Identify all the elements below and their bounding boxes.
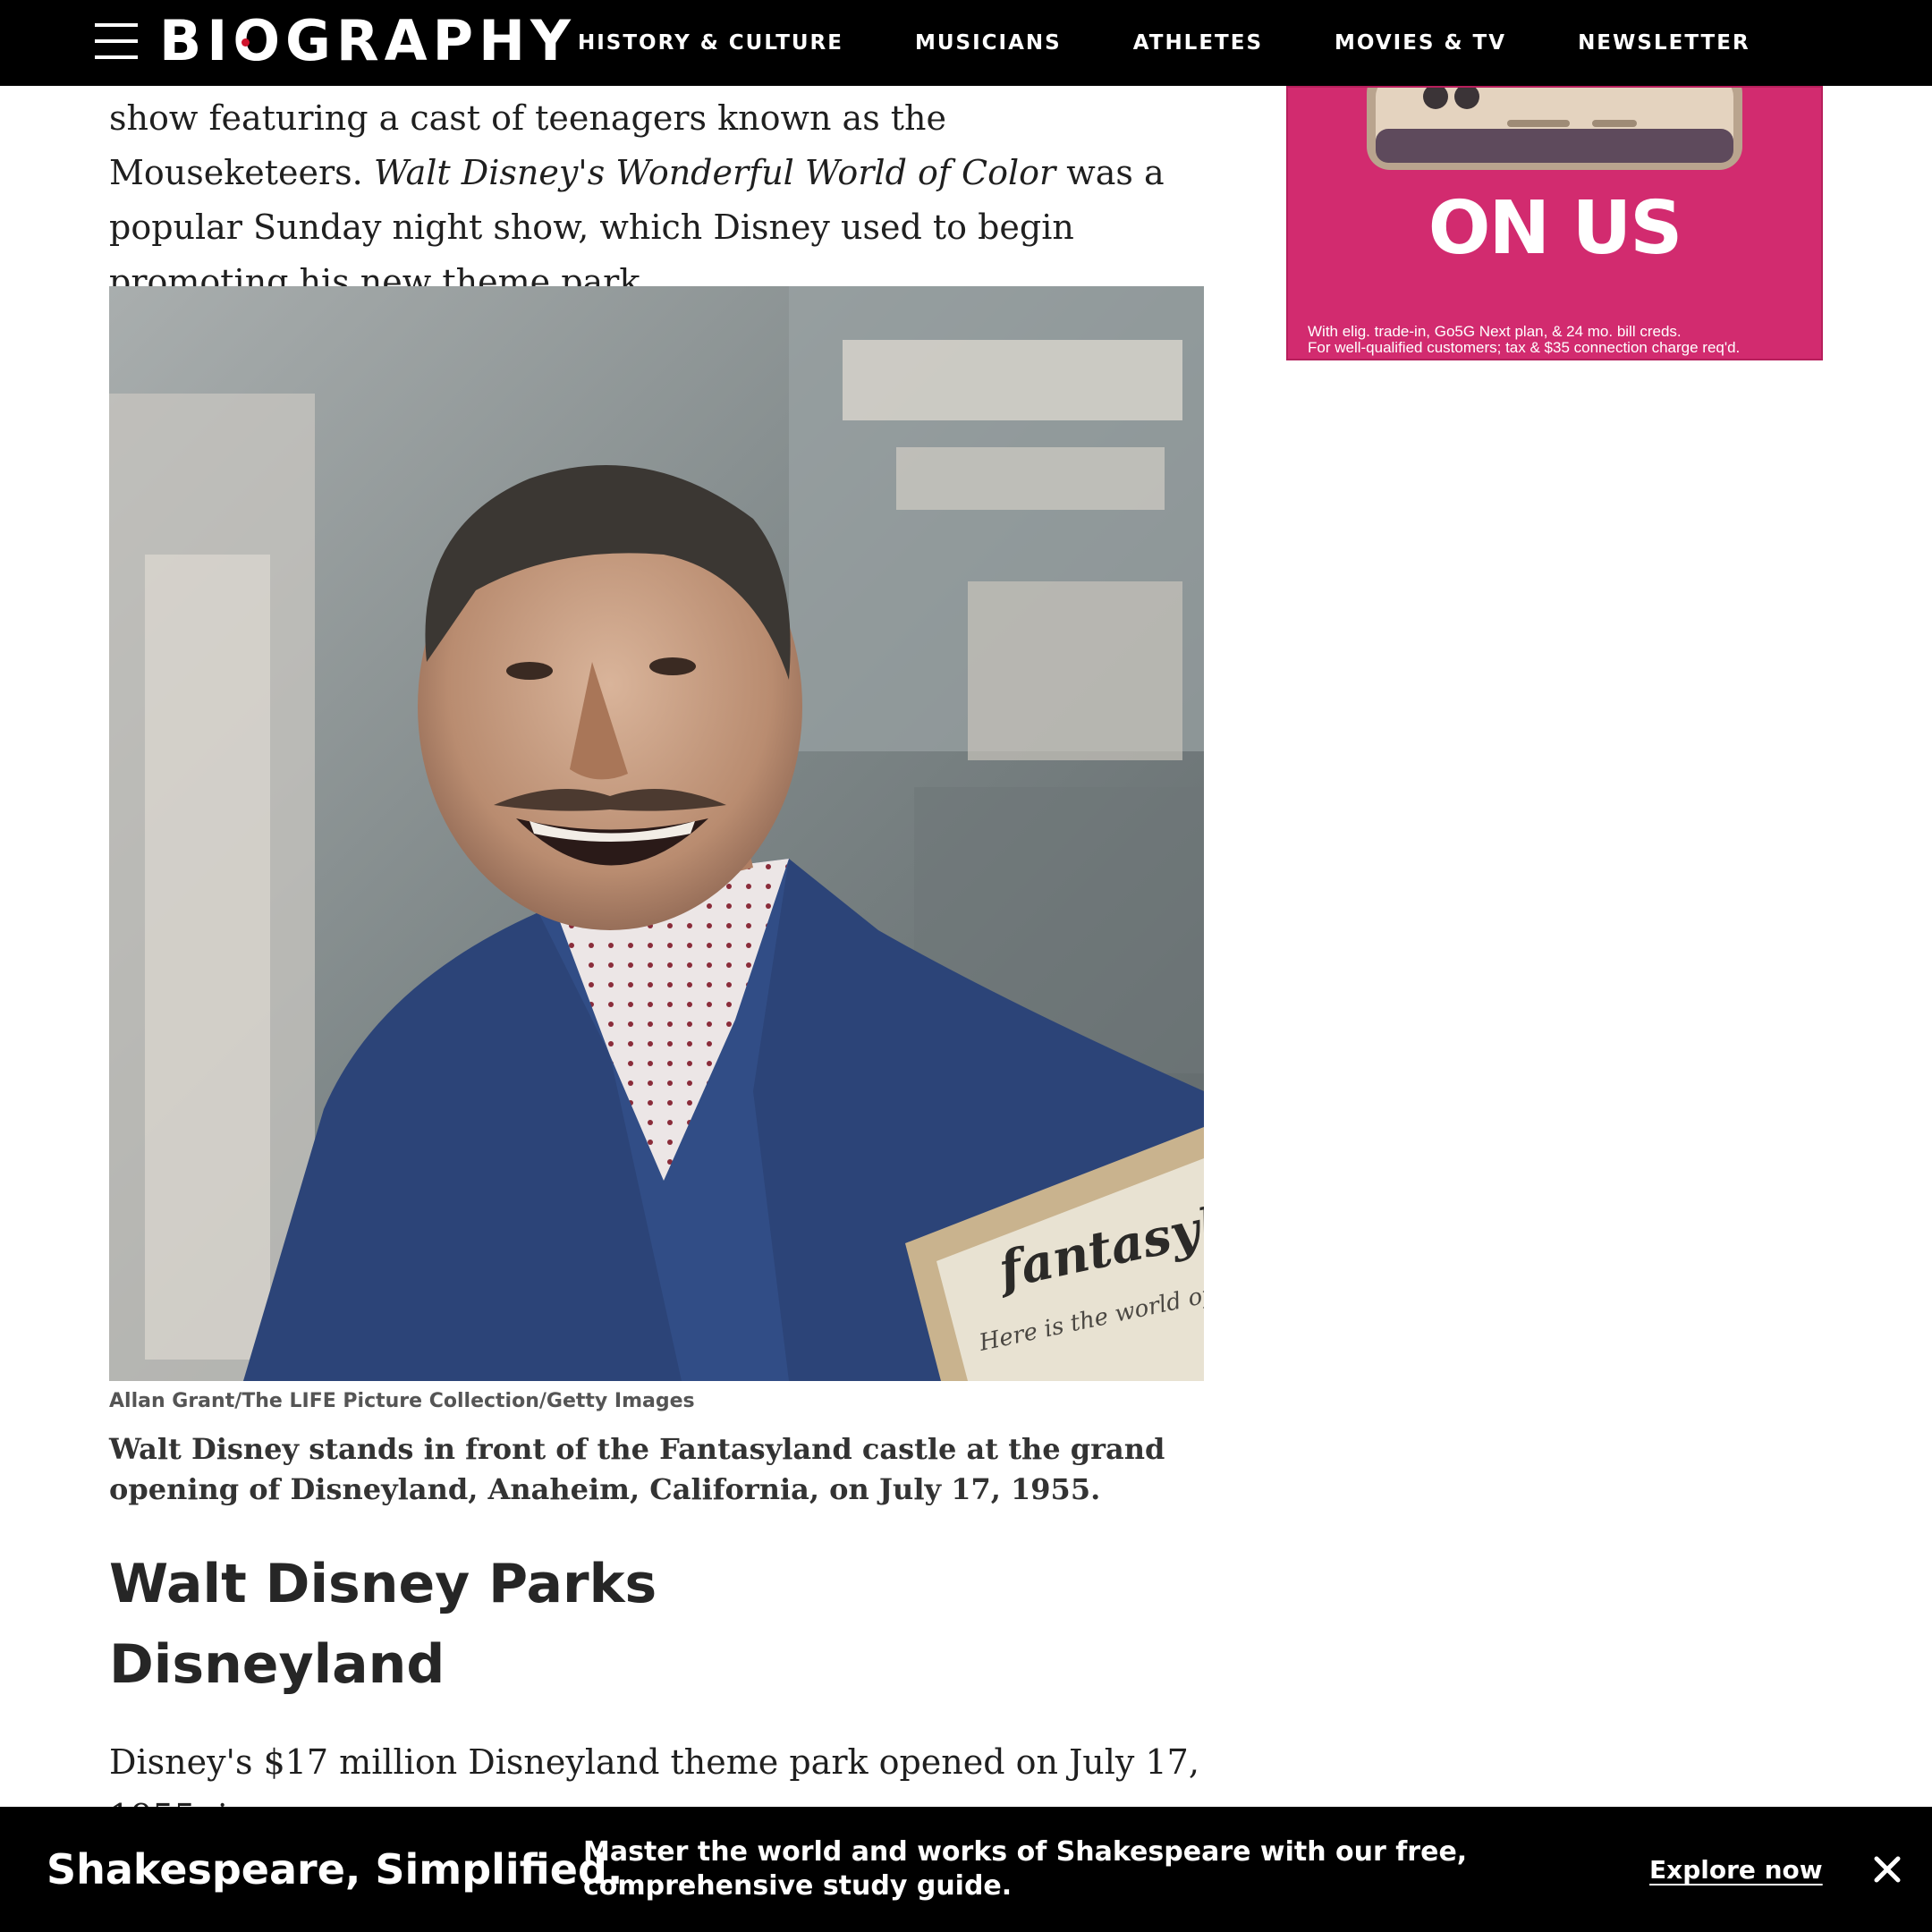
top-navigation-bar: BIOGRAPHY HISTORY & CULTURE MUSICIANS AT… [0, 0, 1932, 86]
explore-now-link[interactable]: Explore now [1649, 1807, 1823, 1932]
site-logo[interactable]: BIOGRAPHY [159, 13, 576, 70]
nav-item-athletes[interactable]: ATHLETES [1133, 31, 1263, 55]
article-photo: fantasyl Here is the world of ima [109, 286, 1204, 1381]
show-title: Walt Disney's Wonderful World of Color [373, 153, 1056, 192]
nav-item-newsletter[interactable]: NEWSLETTER [1578, 31, 1750, 55]
section-heading: Walt Disney Parks [109, 1553, 657, 1615]
subsection-heading: Disneyland [109, 1633, 445, 1696]
banner-description: Master the world and works of Shakespear… [583, 1836, 1468, 1902]
advertisement[interactable]: ON US With elig. trade-in, Go5G Next pla… [1286, 86, 1823, 360]
nav-item-movies-tv[interactable]: MOVIES & TV [1335, 31, 1506, 55]
nav-item-musicians[interactable]: MUSICIANS [915, 31, 1062, 55]
logo-red-dot [242, 38, 250, 47]
phone-image [1367, 88, 1742, 170]
close-icon[interactable] [1869, 1852, 1905, 1887]
promo-banner: Shakespeare, Simplified. Master the worl… [0, 1807, 1932, 1932]
ad-headline: ON US [1428, 186, 1683, 271]
walt-disney-photo: fantasyl Here is the world of ima [109, 286, 1204, 1381]
article-paragraph: show featuring a cast of teenagers known… [109, 98, 1165, 301]
photo-caption: Walt Disney stands in front of the Fanta… [109, 1432, 1165, 1506]
banner-title: Shakespeare, Simplified. [47, 1845, 623, 1894]
main-nav: HISTORY & CULTURE MUSICIANS ATHLETES MOV… [578, 0, 1822, 86]
nav-item-history-culture[interactable]: HISTORY & CULTURE [578, 31, 843, 55]
photo-credit: Allan Grant/The LIFE Picture Collection/… [109, 1390, 695, 1412]
ad-fine-print: With elig. trade-in, Go5G Next plan, & 2… [1308, 323, 1741, 356]
menu-icon[interactable] [95, 23, 138, 59]
